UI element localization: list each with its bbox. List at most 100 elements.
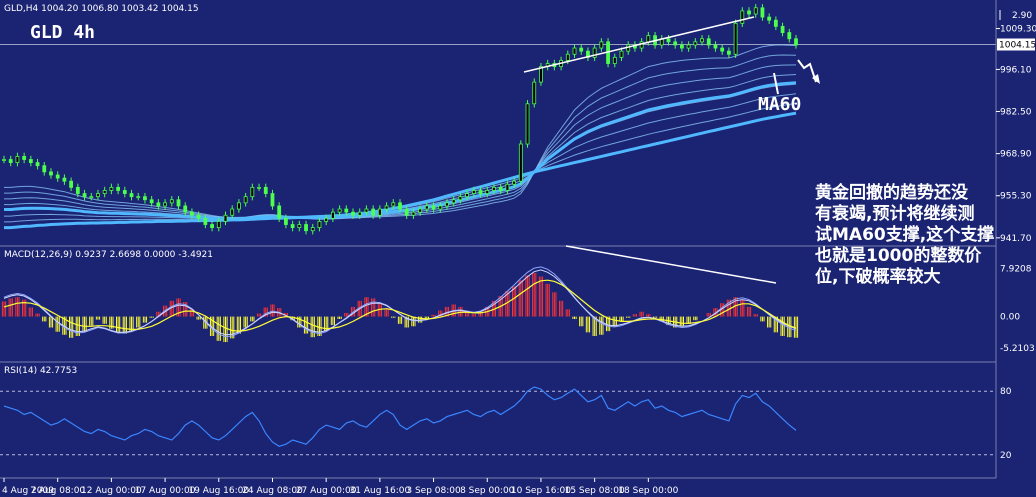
candle-body — [760, 7, 765, 18]
candle-body — [216, 221, 221, 229]
candle-body — [143, 196, 147, 201]
candle-body — [156, 202, 161, 207]
candle-body — [116, 186, 121, 191]
candle-body — [203, 217, 208, 225]
rsi-tick-label: 20 — [1000, 451, 1012, 461]
x-tick-label: 18 Sep 00:00 — [618, 486, 678, 496]
x-tick-label: 27 Aug 00:00 — [296, 486, 357, 496]
candle-body — [787, 32, 792, 40]
candle-body — [129, 193, 134, 198]
candle-body — [122, 190, 127, 194]
candle-body — [35, 162, 40, 167]
candle-body — [458, 196, 463, 201]
candle-body — [22, 156, 27, 160]
candle-body — [283, 217, 288, 225]
chart-stage: GLD,H4 1004.20 1006.80 1003.42 1004.15 G… — [0, 0, 1036, 497]
candle-body — [794, 38, 798, 46]
x-tick-label: 17 Aug 00:00 — [135, 486, 196, 496]
candle-body — [163, 202, 167, 207]
candle-body — [290, 224, 295, 229]
candle-body — [169, 199, 174, 204]
candle-body — [317, 221, 322, 229]
price-tick-label: 982.50 — [1000, 108, 1032, 118]
comment-line-4: 也就是1000的整数价 — [815, 245, 982, 266]
candle-body — [2, 159, 6, 161]
candle-body — [102, 190, 107, 194]
candle-body — [330, 211, 335, 219]
candle-body — [700, 38, 704, 43]
candle-body — [250, 186, 255, 198]
macd-tick-label: 0.00 — [1000, 313, 1020, 323]
candle-body — [223, 214, 228, 222]
candle-body — [418, 208, 423, 213]
candle-body — [512, 180, 517, 185]
candle-body — [89, 196, 94, 199]
candle-body — [62, 177, 67, 182]
candle-body — [733, 22, 738, 55]
candle-body — [773, 19, 778, 27]
symbol-info: GLD,H4 1004.20 1006.80 1003.42 1004.15 — [4, 4, 199, 14]
candle-body — [532, 81, 537, 105]
candle-body — [525, 103, 530, 145]
candle-body — [136, 196, 141, 199]
candle-body — [210, 224, 214, 229]
candle-body — [237, 202, 241, 210]
candle-body — [679, 44, 684, 49]
candle-body — [411, 211, 416, 216]
candle-body — [572, 47, 577, 55]
candle-body — [190, 211, 194, 216]
candle-body — [465, 193, 470, 198]
candle-body — [243, 196, 248, 204]
candle-body — [257, 186, 261, 189]
candle-body — [49, 171, 53, 176]
x-tick-label: 24 Aug 08:00 — [242, 486, 303, 496]
candle-body — [270, 193, 275, 207]
candle-body — [75, 186, 80, 194]
candle-body — [297, 224, 302, 229]
candle-body — [82, 193, 87, 198]
candle-body — [471, 190, 476, 194]
comment-line-2: 有衰竭,预计将继续测 — [815, 203, 974, 224]
candle-body — [498, 186, 503, 191]
chart-svg: GLD,H4 1004.20 1006.80 1003.42 1004.15 G… — [0, 0, 1036, 497]
x-tick-label: 19 Aug 16:00 — [188, 486, 249, 496]
candle-body — [646, 35, 651, 43]
candle-body — [780, 25, 785, 33]
candle-body — [15, 156, 20, 164]
candle-body — [324, 217, 329, 222]
candle-body — [505, 183, 510, 191]
macd-tick-label: 7.9208 — [1000, 265, 1032, 275]
candle-body — [431, 205, 436, 210]
candle-body — [344, 208, 349, 213]
price-tick-label: 941.70 — [1000, 234, 1032, 244]
candle-body — [720, 47, 725, 52]
candle-body — [518, 143, 523, 182]
ma60-annotation: MA60 — [758, 94, 801, 115]
candle-body — [357, 211, 362, 216]
candle-body — [767, 16, 772, 21]
candle-body — [109, 186, 114, 191]
candle-body — [304, 224, 308, 232]
price-tick-label: 968.90 — [1000, 150, 1032, 160]
candle-body — [391, 202, 396, 207]
candle-body — [196, 214, 201, 219]
candle-body — [747, 10, 751, 15]
candle-body — [639, 41, 644, 49]
candle-body — [277, 205, 282, 219]
price-tick-label: 955.30 — [1000, 192, 1032, 202]
candle-body — [310, 227, 315, 232]
candle-body — [398, 202, 402, 210]
candle-body — [565, 53, 570, 61]
candle-body — [619, 50, 624, 58]
candle-body — [69, 180, 74, 188]
candle-body — [485, 190, 490, 194]
candle-body — [404, 208, 409, 216]
x-tick-label: 15 Sep 08:00 — [565, 486, 625, 496]
price-tick-label: 996.10 — [1000, 65, 1032, 75]
candle-body — [579, 47, 584, 52]
candle-body — [753, 7, 758, 15]
price-tick-label: 1009.30 — [1000, 25, 1036, 35]
rsi-tick-label: 80 — [1000, 387, 1012, 397]
candle-body — [438, 205, 443, 210]
candle-body — [183, 205, 188, 213]
